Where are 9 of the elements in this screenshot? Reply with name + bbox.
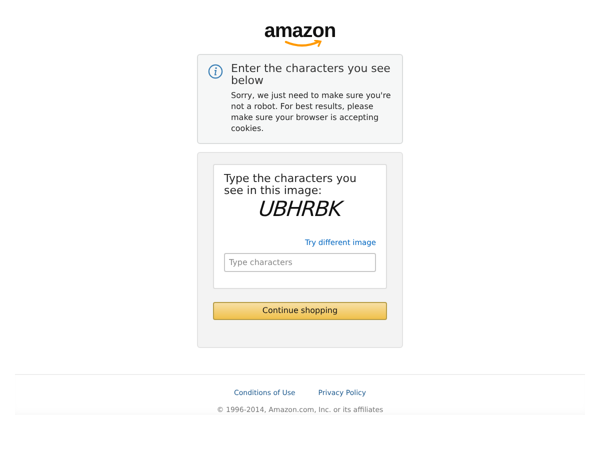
captcha-text: UBHRBK: [258, 197, 342, 221]
continue-shopping-button[interactable]: Continue shopping: [213, 302, 387, 320]
smile-arrow-icon: [284, 40, 324, 48]
alert-message: Sorry, we just need to make sure you're not a robot. For best results, please make sure your browser is accepting cookies.: [231, 90, 392, 134]
logo-text: amazon: [264, 22, 336, 40]
input-field[interactable]: Type characters: [224, 253, 376, 272]
info-icon: [208, 64, 223, 79]
alert-title: Enter the characters you see below: [231, 63, 392, 87]
captcha-prompt: Type the characters you see in this image:: [224, 173, 358, 197]
